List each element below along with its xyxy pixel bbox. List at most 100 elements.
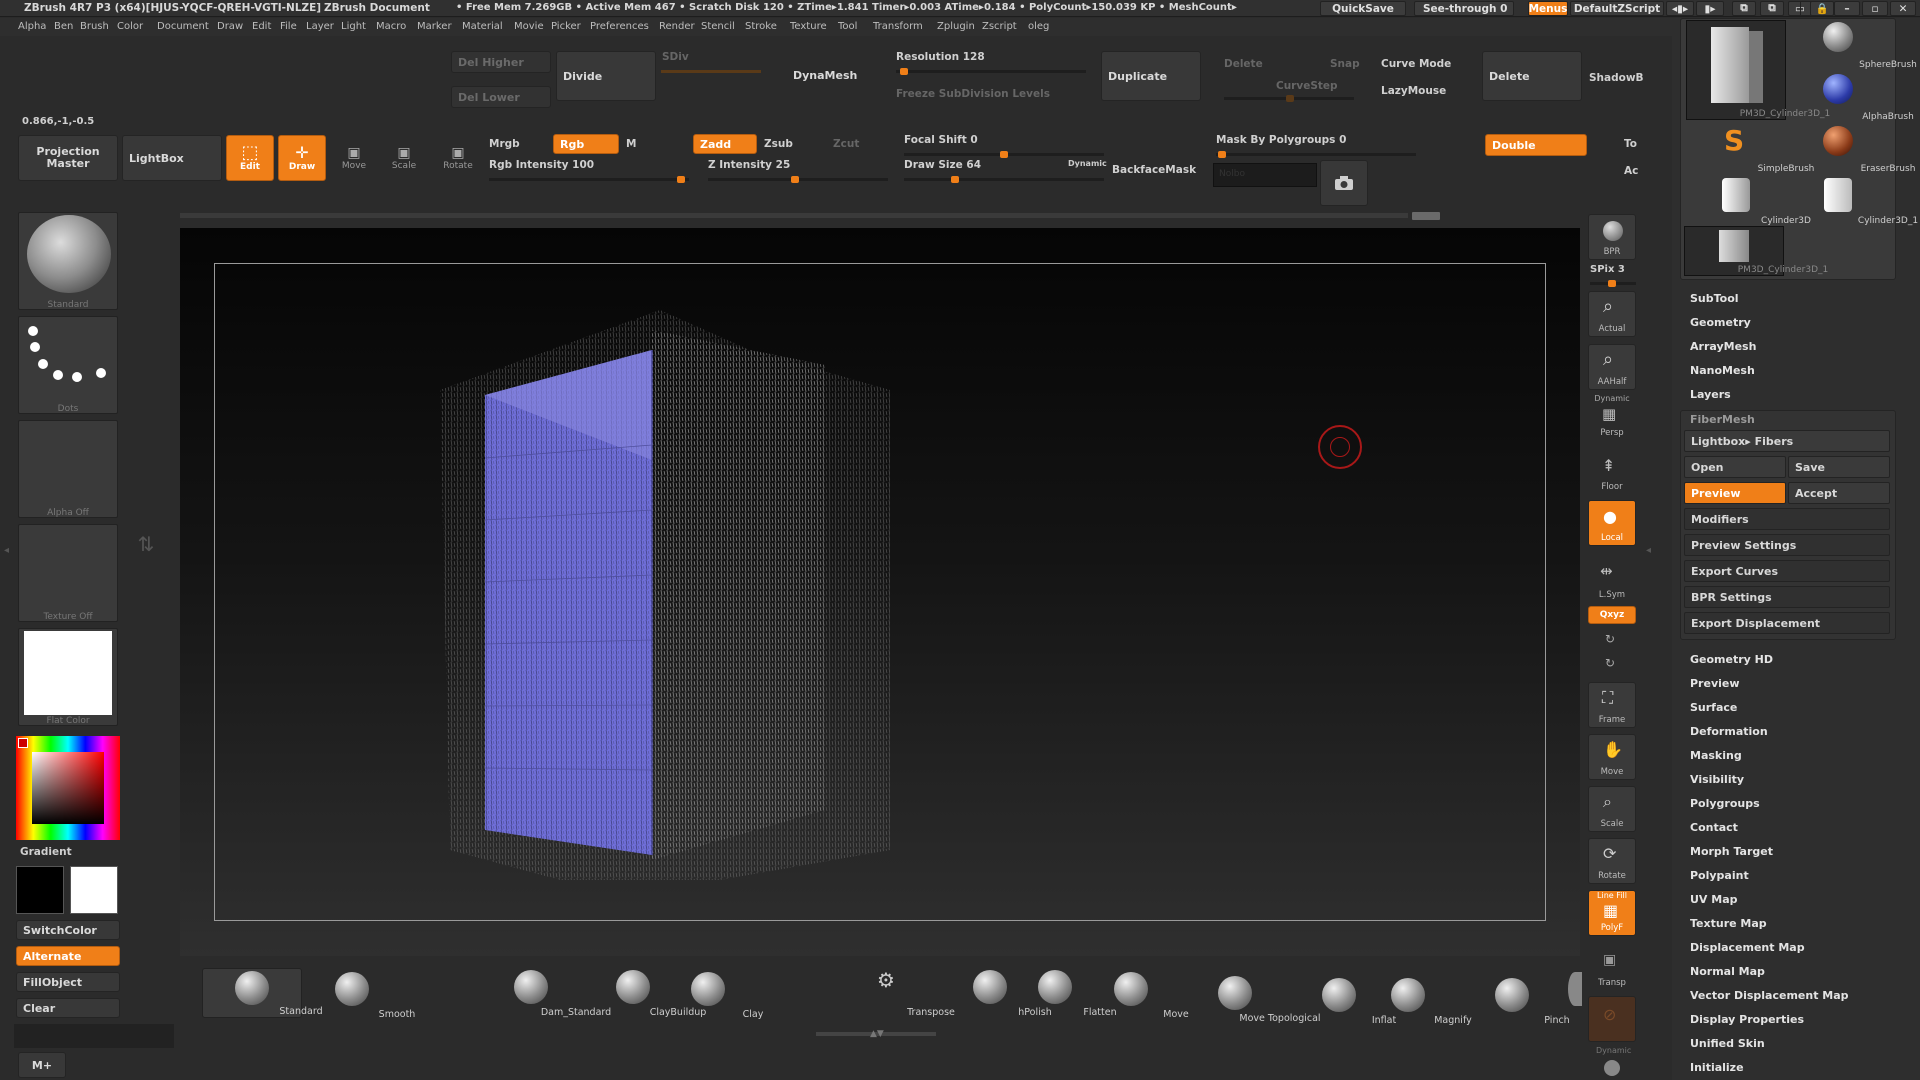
vector-displacement-map-menu[interactable]: Vector Displacement Map [1690, 989, 1849, 1002]
window-swap-icon[interactable]: ⧉ [1760, 1, 1784, 16]
right-tray-arrow-icon[interactable]: ◂ [1646, 545, 1651, 556]
move-view-button[interactable]: ✋ Move [1588, 734, 1636, 780]
brush-pinch[interactable]: Pinch [1467, 976, 1570, 1026]
rotate-y-icon[interactable]: ↻ [1605, 632, 1615, 646]
menu-document[interactable]: Document [157, 21, 209, 32]
edit-mode-button[interactable]: ⬚ Edit [226, 135, 274, 181]
menu-tool[interactable]: Tool [838, 21, 857, 32]
gradient-label[interactable]: Gradient [20, 846, 72, 858]
alternate-toggle[interactable]: Alternate [16, 946, 120, 966]
fiber-bpr-settings-section[interactable]: BPR Settings [1684, 586, 1890, 608]
see-through-slider[interactable]: See-through 0 [1414, 1, 1514, 16]
lightbox-fibers-button[interactable]: Lightbox▸ Fibers [1684, 430, 1890, 452]
color-picker-ring[interactable] [16, 736, 120, 840]
menu-zscript[interactable]: Zscript [982, 21, 1017, 32]
surface-menu[interactable]: Surface [1690, 701, 1737, 714]
texture-thumbnail[interactable]: Texture Off [18, 524, 118, 622]
brush-smooth[interactable]: Smooth [307, 970, 415, 1020]
preview-menu[interactable]: Preview [1690, 677, 1740, 690]
polyframe-toggle[interactable]: Line Fill ▦ PolyF [1588, 890, 1636, 936]
brush-move[interactable]: Move [1086, 970, 1189, 1020]
double-toggle[interactable]: Double [1485, 134, 1587, 156]
close-icon[interactable]: ✕ [1890, 1, 1916, 16]
unified-skin-menu[interactable]: Unified Skin [1690, 1037, 1765, 1050]
dynamic-size-toggle[interactable]: Dynamic [1068, 159, 1107, 168]
brush-dam-standard[interactable]: Dam_Standard [486, 968, 611, 1018]
displacement-map-menu[interactable]: Displacement Map [1690, 941, 1805, 954]
initialize-menu[interactable]: Initialize [1690, 1061, 1744, 1074]
lock-icon[interactable]: 🔒 [1810, 1, 1834, 16]
mask-by-polygroups-slider[interactable] [1216, 151, 1416, 158]
m-toggle[interactable]: M [626, 138, 636, 150]
nanomesh-menu[interactable]: NanoMesh [1690, 364, 1755, 377]
layers-menu[interactable]: Layers [1690, 388, 1731, 401]
tool-thumb-eraserbrush[interactable]: EraserBrush [1788, 124, 1915, 174]
menu-texture[interactable]: Texture [790, 21, 827, 32]
macro-add-button[interactable]: M+ [18, 1052, 66, 1078]
sdiv-slider[interactable] [661, 70, 761, 73]
layout-prev-icon[interactable]: ◂▮▸ [1666, 1, 1694, 16]
fiber-preview-settings-section[interactable]: Preview Settings [1684, 534, 1890, 556]
rotate-view-button[interactable]: ⟳ Rotate [1588, 838, 1636, 884]
floor-button[interactable]: ⇞ Floor [1588, 448, 1636, 494]
menu-preferences[interactable]: Preferences [590, 21, 649, 32]
alpha-thumbnail[interactable]: Alpha Off [18, 420, 118, 518]
color-picker-square[interactable] [32, 752, 104, 824]
material-thumbnail[interactable]: Flat Color [18, 628, 118, 726]
menu-color[interactable]: Color [117, 21, 143, 32]
left-tray-arrow-icon[interactable]: ⇅ [132, 532, 160, 560]
tool-thumb-pm3d-cylinder-2[interactable]: PM3D_Cylinder3D_1 [1684, 226, 1828, 276]
ac-label[interactable]: Ac [1624, 165, 1638, 177]
lightbox-button[interactable]: LightBox [122, 135, 222, 181]
perspective-button[interactable]: Dynamic ▦ Persp [1588, 394, 1636, 440]
menus-toggle[interactable]: Menus [1528, 1, 1568, 16]
menu-transform[interactable]: Transform [873, 21, 923, 32]
brush-move-topological[interactable]: Move Topological [1190, 974, 1321, 1024]
rgb-intensity-slider[interactable] [489, 176, 689, 183]
delete-curve-label[interactable]: Delete [1224, 58, 1263, 70]
fiber-save-button[interactable]: Save [1788, 456, 1890, 478]
main-color-swatch[interactable] [16, 866, 64, 914]
brush-clay[interactable]: Clay [663, 970, 763, 1020]
curve-mode-label[interactable]: Curve Mode [1381, 58, 1451, 70]
tool-thumb-alphabrush[interactable]: AlphaBrush [1788, 72, 1914, 122]
brush-standard[interactable]: Standard [202, 968, 323, 1018]
menu-macro[interactable]: Macro [376, 21, 406, 32]
menu-brush[interactable]: Brush [80, 21, 109, 32]
viewport-hscroll-thumb[interactable] [1412, 212, 1440, 220]
menu-zplugin[interactable]: Zplugin [937, 21, 975, 32]
brush-thumbnail[interactable]: Standard [18, 212, 118, 310]
tool-thumb-simplebrush[interactable]: S SimpleBrush [1686, 124, 1814, 174]
delete-button[interactable]: Delete [1482, 51, 1582, 101]
tool-thumb-cylinder3d[interactable]: Cylinder3D [1686, 176, 1811, 226]
fibermesh-header[interactable]: FiberMesh [1690, 413, 1755, 426]
material-name-field[interactable]: Nolbo [1213, 163, 1317, 187]
local-symmetry-button[interactable]: ⇹ L.Sym [1588, 556, 1636, 602]
default-zscript-button[interactable]: DefaultZScript [1570, 1, 1664, 16]
masking-menu[interactable]: Masking [1690, 749, 1742, 762]
subtool-menu[interactable]: SubTool [1690, 292, 1739, 305]
left-edge-arrow-icon[interactable]: ◂ [4, 545, 9, 556]
solo-icon[interactable] [1604, 1060, 1620, 1076]
zadd-toggle[interactable]: Zadd [693, 134, 757, 154]
dynamesh-button[interactable]: DynaMesh [787, 62, 887, 88]
rotate-mode-button[interactable]: ▣ Rotate [434, 135, 482, 181]
menu-layer[interactable]: Layer [306, 21, 334, 32]
fill-object-button[interactable]: FillObject [16, 972, 120, 992]
fiber-modifiers-section[interactable]: Modifiers [1684, 508, 1890, 530]
contact-menu[interactable]: Contact [1690, 821, 1738, 834]
backface-mask-toggle[interactable]: BackfaceMask [1112, 164, 1196, 176]
del-lower-button[interactable]: Del Lower [451, 86, 551, 108]
maximize-icon[interactable]: ▫ [1862, 1, 1888, 16]
window-layout-icon[interactable]: ⧉ [1732, 1, 1756, 16]
z-intensity-slider[interactable] [708, 176, 888, 183]
quicksave-button[interactable]: QuickSave [1320, 1, 1406, 16]
rgb-toggle[interactable]: Rgb [553, 134, 619, 154]
aahalf-button[interactable]: ⌕ AAHalf [1588, 344, 1636, 390]
menu-ben[interactable]: Ben [54, 21, 73, 32]
mrgb-toggle[interactable]: Mrgb [489, 138, 520, 150]
minimize-icon[interactable]: – [1834, 1, 1860, 16]
uv-map-menu[interactable]: UV Map [1690, 893, 1738, 906]
menu-marker[interactable]: Marker [417, 21, 452, 32]
frame-button[interactable]: ⛶ Frame [1588, 682, 1636, 728]
